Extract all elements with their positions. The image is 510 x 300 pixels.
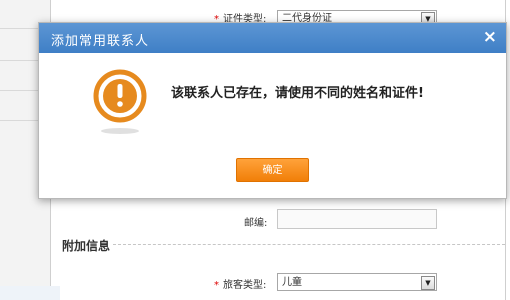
close-icon[interactable]: × <box>483 27 497 47</box>
bottom-strip <box>0 286 60 300</box>
passenger-type-select[interactable]: 儿童 ▼ <box>277 273 437 291</box>
postcode-label: 邮编: <box>244 218 268 229</box>
add-contact-dialog: 添加常用联系人 × 该联系人已存在，请使用不同的姓名和证件! 确定 <box>38 22 507 199</box>
warning-exclamation-icon <box>93 69 147 123</box>
dialog-message: 该联系人已存在，请使用不同的姓名和证件! <box>171 86 424 101</box>
chevron-down-icon[interactable]: ▼ <box>421 276 435 290</box>
required-mark: * <box>214 280 219 291</box>
section-divider <box>113 244 505 245</box>
dialog-title: 添加常用联系人 <box>51 34 150 49</box>
icon-shadow <box>101 128 139 134</box>
passenger-type-value: 儿童 <box>282 277 302 288</box>
ok-button[interactable]: 确定 <box>236 158 309 182</box>
extra-info-section-title: 附加信息 <box>62 239 111 253</box>
postcode-input[interactable] <box>277 209 437 229</box>
dialog-header: 添加常用联系人 × <box>39 23 506 53</box>
passenger-type-label: 旅客类型: <box>223 280 267 291</box>
passenger-type-row: * 旅客类型: <box>214 276 266 291</box>
